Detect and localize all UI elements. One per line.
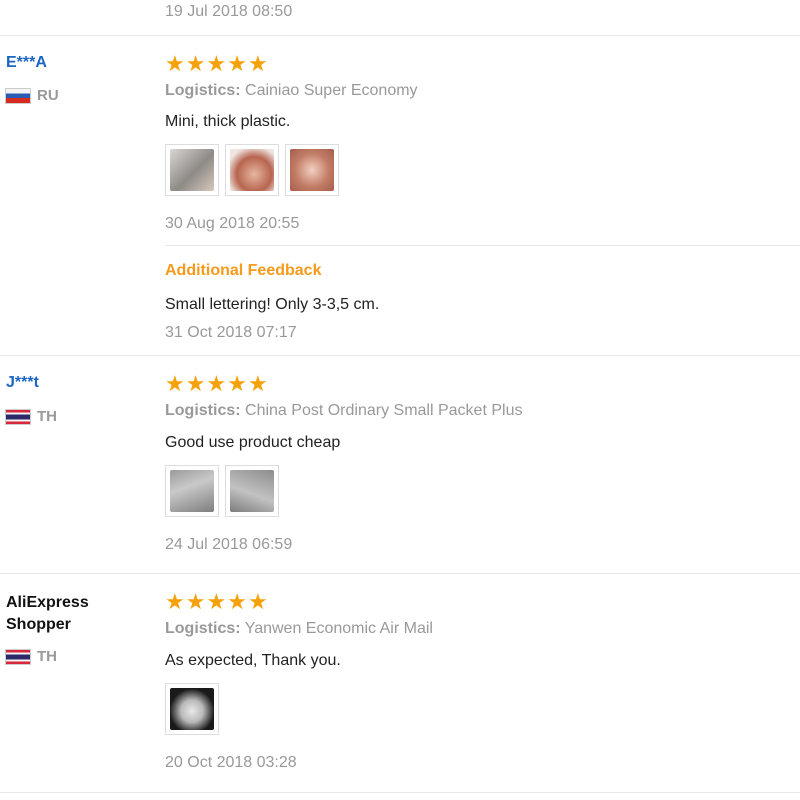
review-photo-thumbnail[interactable] — [285, 144, 339, 196]
star-icon: ★ — [206, 371, 227, 396]
country-code: TH — [37, 648, 57, 665]
logistics-method: Yanwen Economic Air Mail — [244, 620, 433, 637]
photo-image — [290, 149, 334, 191]
review-photo-thumbnail[interactable] — [165, 683, 219, 735]
logistics-label: Logistics: — [165, 82, 241, 99]
logistics-info: Logistics: China Post Ordinary Small Pac… — [165, 402, 522, 420]
review-photos — [165, 144, 339, 196]
star-icon: ★ — [185, 589, 206, 614]
logistics-info: Logistics: Cainiao Super Economy — [165, 82, 418, 100]
star-icon: ★ — [247, 589, 268, 614]
reviewer-name[interactable]: J***t — [6, 374, 39, 392]
star-icon: ★ — [206, 51, 227, 76]
review-divider — [0, 355, 800, 356]
review-photo-thumbnail[interactable] — [225, 465, 279, 517]
logistics-info: Logistics: Yanwen Economic Air Mail — [165, 620, 433, 638]
logistics-label: Logistics: — [165, 402, 241, 419]
star-icon: ★ — [165, 589, 185, 614]
star-icon: ★ — [165, 371, 185, 396]
review-divider — [0, 573, 800, 574]
review-date: 19 Jul 2018 08:50 — [165, 3, 293, 20]
photo-image — [230, 470, 274, 512]
star-icon: ★ — [227, 371, 247, 396]
review-photo-thumbnail[interactable] — [165, 465, 219, 517]
reviewer-country: TH — [5, 648, 57, 665]
star-icon: ★ — [165, 51, 185, 76]
review-text: Mini, thick plastic. — [165, 113, 291, 130]
additional-feedback-text: Small lettering! Only 3-3,5 cm. — [165, 296, 380, 313]
country-code: RU — [37, 87, 59, 104]
review-photo-thumbnail[interactable] — [165, 144, 219, 196]
star-icon: ★ — [185, 371, 206, 396]
logistics-method: China Post Ordinary Small Packet Plus — [245, 402, 523, 419]
review-divider — [0, 792, 800, 793]
additional-feedback-title: Additional Feedback — [165, 262, 322, 279]
additional-divider — [165, 245, 800, 246]
star-rating: ★ ★ ★ ★ ★ — [165, 51, 268, 76]
star-icon: ★ — [227, 51, 247, 76]
review-divider — [0, 35, 800, 36]
logistics-method: Cainiao Super Economy — [245, 82, 418, 99]
star-icon: ★ — [247, 51, 268, 76]
photo-image — [170, 149, 214, 191]
star-rating: ★ ★ ★ ★ ★ — [165, 589, 268, 614]
review-text: Good use product cheap — [165, 434, 341, 451]
photo-image — [230, 149, 274, 191]
thailand-flag-icon — [5, 648, 31, 665]
reviewer-country: RU — [5, 87, 59, 104]
review-photo-thumbnail[interactable] — [225, 144, 279, 196]
reviewer-country: TH — [5, 408, 57, 425]
reviewer-name[interactable]: E***A — [6, 54, 47, 72]
russia-flag-icon — [5, 87, 31, 104]
star-rating: ★ ★ ★ ★ ★ — [165, 371, 268, 396]
review-photos — [165, 465, 279, 517]
photo-image — [170, 688, 214, 730]
review-text: As expected, Thank you. — [165, 652, 341, 669]
logistics-label: Logistics: — [165, 620, 241, 637]
star-icon: ★ — [227, 589, 247, 614]
review-photos — [165, 683, 219, 735]
review-date: 20 Oct 2018 03:28 — [165, 754, 297, 771]
star-icon: ★ — [185, 51, 206, 76]
review-date: 24 Jul 2018 06:59 — [165, 536, 293, 553]
photo-image — [170, 470, 214, 512]
reviewer-name: AliExpress Shopper — [6, 594, 89, 633]
additional-feedback-date: 31 Oct 2018 07:17 — [165, 324, 297, 341]
country-code: TH — [37, 408, 57, 425]
thailand-flag-icon — [5, 408, 31, 425]
review-date: 30 Aug 2018 20:55 — [165, 215, 300, 232]
star-icon: ★ — [206, 589, 227, 614]
star-icon: ★ — [247, 371, 268, 396]
